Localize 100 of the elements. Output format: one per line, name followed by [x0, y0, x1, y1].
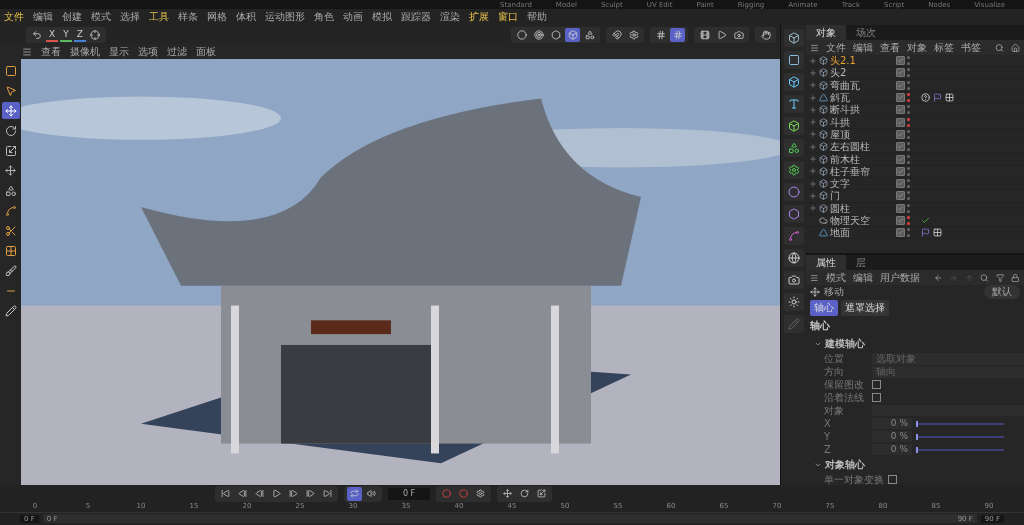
- text-button[interactable]: [783, 95, 804, 113]
- object-name[interactable]: 物理天空: [830, 215, 894, 226]
- hand-button[interactable]: [758, 27, 773, 42]
- panel-menu-item[interactable]: 标签: [934, 40, 954, 55]
- layer-checkbox[interactable]: [896, 179, 905, 189]
- spline-mask-button[interactable]: [783, 227, 804, 245]
- sub-tab[interactable]: 轴心: [810, 300, 838, 316]
- panel-menu-item[interactable]: 对象: [907, 40, 927, 55]
- object-name[interactable]: 门: [830, 190, 894, 202]
- mode-button[interactable]: [531, 27, 546, 42]
- menu-item[interactable]: 角色: [314, 10, 334, 24]
- expand-toggle[interactable]: [809, 179, 817, 188]
- object-name[interactable]: 断斗拱: [830, 104, 894, 116]
- visibility-dots[interactable]: [907, 216, 910, 225]
- visibility-dots[interactable]: [907, 129, 910, 139]
- loop-button[interactable]: [347, 486, 362, 501]
- expand-toggle[interactable]: [809, 93, 817, 102]
- mode-button[interactable]: [514, 27, 529, 42]
- expand-toggle[interactable]: [809, 118, 817, 127]
- frame-field[interactable]: 0 F: [388, 487, 430, 500]
- panel-menu-item[interactable]: 查看: [880, 40, 900, 55]
- expand-toggle[interactable]: [809, 130, 817, 139]
- checkbox[interactable]: [888, 475, 897, 484]
- camera-button[interactable]: [783, 271, 804, 289]
- layer-checkbox[interactable]: [896, 142, 905, 152]
- menu-item[interactable]: 体积: [236, 10, 256, 24]
- key-rotate-button[interactable]: [517, 486, 532, 501]
- object-name[interactable]: 斜瓦: [830, 92, 894, 104]
- checker-tag[interactable]: [944, 92, 954, 103]
- layer-checkbox[interactable]: [896, 117, 905, 127]
- move-tool[interactable]: [1, 102, 20, 119]
- autokey-button[interactable]: [456, 486, 471, 501]
- mode-button[interactable]: [565, 27, 580, 42]
- number-field[interactable]: 0 %: [872, 431, 912, 442]
- layer-checkbox[interactable]: [896, 56, 905, 66]
- effector-button[interactable]: [783, 161, 804, 179]
- layer-checkbox[interactable]: [896, 93, 905, 103]
- visibility-dots[interactable]: [907, 179, 910, 189]
- visibility-dots[interactable]: [907, 105, 910, 115]
- viewport-menu-item[interactable]: 面板: [196, 44, 216, 59]
- menu-item[interactable]: 工具: [149, 10, 169, 24]
- visibility-dots[interactable]: [907, 142, 910, 152]
- pencil-button[interactable]: [783, 315, 804, 333]
- menu-item[interactable]: 跟踪器: [401, 10, 431, 24]
- axis-toggle[interactable]: X: [46, 27, 59, 42]
- environment-button[interactable]: [783, 249, 804, 267]
- menu-item[interactable]: 运动图形: [265, 10, 305, 24]
- menu-item[interactable]: 网格: [207, 10, 227, 24]
- expand-toggle[interactable]: [809, 56, 817, 65]
- visibility-dots[interactable]: [907, 93, 910, 103]
- panel-tab[interactable]: 属性: [806, 255, 846, 270]
- menu-item[interactable]: 帮助: [527, 10, 547, 24]
- null-button[interactable]: [783, 29, 804, 47]
- menu-item[interactable]: 动画: [343, 10, 363, 24]
- coordinate-button[interactable]: [87, 27, 103, 42]
- menu-item[interactable]: 渲染: [440, 10, 460, 24]
- panel-menu-item[interactable]: 模式: [825, 270, 846, 285]
- expand-toggle[interactable]: [809, 68, 817, 77]
- object-name[interactable]: 柱子垂帘: [830, 165, 894, 177]
- layer-checkbox[interactable]: [896, 154, 905, 164]
- expand-toggle[interactable]: [809, 155, 817, 163]
- light-button[interactable]: [783, 293, 804, 311]
- menu-item[interactable]: 选择: [120, 10, 140, 24]
- expand-toggle[interactable]: [809, 191, 817, 200]
- layer-checkbox[interactable]: [896, 105, 905, 115]
- cube-button[interactable]: [783, 73, 804, 91]
- visibility-dots[interactable]: [907, 203, 910, 213]
- menu-item[interactable]: 扩展: [469, 10, 489, 24]
- object-name[interactable]: 弯曲瓦: [830, 79, 894, 91]
- layer-checkbox[interactable]: [896, 129, 905, 139]
- object-name[interactable]: 圆柱: [830, 202, 894, 214]
- expand-toggle[interactable]: [809, 81, 817, 90]
- number-field[interactable]: 0 %: [872, 444, 912, 455]
- preset-dropdown[interactable]: 默认: [984, 285, 1020, 299]
- key-move-button[interactable]: [500, 486, 515, 501]
- check-tag[interactable]: [920, 215, 930, 226]
- panel-menu-item[interactable]: 编辑: [853, 40, 873, 55]
- checkbox[interactable]: [872, 393, 881, 402]
- deformer-button[interactable]: [783, 183, 804, 201]
- expand-toggle[interactable]: [809, 167, 817, 176]
- visibility-dots[interactable]: [907, 68, 910, 78]
- viewport-menu-item[interactable]: 查看: [41, 44, 61, 59]
- axis-toggle[interactable]: Y: [60, 27, 72, 42]
- field-button[interactable]: [783, 205, 804, 223]
- object-name[interactable]: 文字: [830, 178, 894, 190]
- magnet-button[interactable]: [609, 27, 624, 42]
- layer-checkbox[interactable]: [896, 203, 905, 213]
- key-scale-button[interactable]: [534, 486, 549, 501]
- axis-toggle[interactable]: Z: [73, 27, 86, 42]
- expand-toggle[interactable]: [809, 105, 817, 114]
- expand-toggle[interactable]: [809, 142, 817, 151]
- cloner-button[interactable]: [783, 139, 804, 157]
- object-name[interactable]: 地面: [830, 227, 894, 239]
- panel-menu-item[interactable]: 用户数据: [879, 270, 920, 285]
- menu-item[interactable]: 编辑: [33, 10, 53, 24]
- group-title[interactable]: 建模轴心: [825, 337, 865, 351]
- expand-toggle[interactable]: [809, 204, 817, 213]
- sub-tab[interactable]: 遮罩选择: [841, 300, 889, 316]
- grid-button[interactable]: [670, 27, 685, 42]
- visibility-dots[interactable]: [907, 191, 910, 201]
